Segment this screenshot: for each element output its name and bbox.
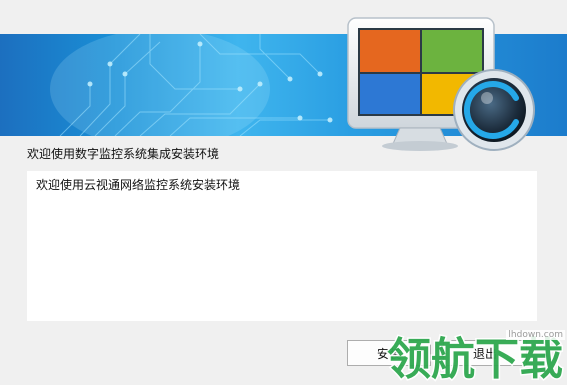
info-text-area[interactable]: 欢迎使用云视通网络监控系统安装环境 — [27, 171, 537, 321]
monitor-logo-icon — [347, 17, 535, 151]
info-text: 欢迎使用云视通网络监控系统安装环境 — [36, 178, 241, 192]
watermark-domain: lhdown.com — [506, 330, 565, 340]
svg-text:领航下载: 领航下载 — [387, 334, 563, 385]
welcome-label: 欢迎使用数字监控系统集成安装环境 — [27, 147, 220, 161]
